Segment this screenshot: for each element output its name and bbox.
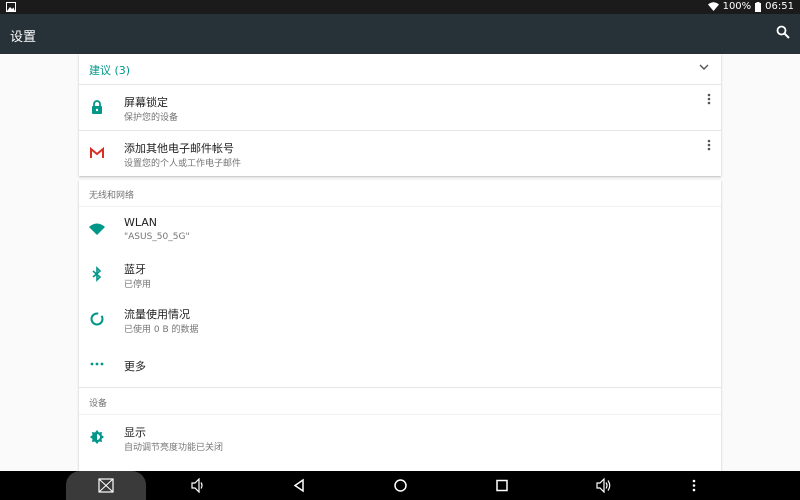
data-usage-icon: [90, 312, 104, 326]
setting-display[interactable]: 显示 自动调节亮度功能已关闭: [79, 415, 721, 460]
screenshot-icon[interactable]: [98, 478, 114, 493]
setting-title: 显示: [124, 426, 146, 439]
search-icon[interactable]: [776, 25, 790, 39]
section-label: 设备: [89, 399, 108, 409]
setting-title: 流量使用情况: [124, 308, 190, 321]
suggestions-header-label: 建议 (3): [89, 64, 131, 77]
home-icon[interactable]: [393, 478, 408, 493]
suggestions-card: 建议 (3) 屏幕锁定 保护您的设备 添加其他电子邮件帐号 设置您的个人或工作电…: [79, 54, 721, 176]
setting-more[interactable]: 更多: [79, 342, 721, 388]
battery-icon: [755, 1, 762, 12]
setting-title: WLAN: [124, 216, 158, 229]
more-horiz-icon: [90, 362, 104, 366]
setting-data-usage[interactable]: 流量使用情况 已使用 0 B 的数据: [79, 297, 721, 342]
settings-card: 无线和网络 WLAN "ASUS_50_5G" 蓝牙 已停用 流量使用情况 已使…: [79, 180, 721, 471]
section-device: 设备: [79, 388, 721, 415]
setting-title: 蓝牙: [124, 263, 146, 276]
bluetooth-icon: [92, 266, 102, 282]
setting-subtitle: 已使用 0 B 的数据: [124, 325, 199, 335]
status-bar: 100% 06:51: [0, 0, 800, 14]
setting-subtitle: "ASUS_50_5G": [124, 232, 190, 242]
suggestions-header[interactable]: 建议 (3): [79, 54, 721, 85]
back-icon[interactable]: [292, 478, 306, 493]
recents-icon[interactable]: [495, 478, 509, 493]
volume-up-icon[interactable]: [595, 478, 613, 493]
setting-subtitle: 自动调节亮度功能已关闭: [124, 443, 224, 453]
chevron-down-icon[interactable]: [699, 63, 709, 71]
section-label: 无线和网络: [89, 191, 135, 201]
app-bar: 设置: [0, 14, 800, 54]
setting-title: 更多: [124, 360, 146, 373]
setting-bluetooth[interactable]: 蓝牙 已停用: [79, 252, 721, 297]
more-vert-nav-icon[interactable]: [692, 478, 696, 493]
setting-subtitle: 已停用: [124, 280, 152, 290]
suggestion-title: 屏幕锁定: [124, 96, 168, 109]
suggestion-title: 添加其他电子邮件帐号: [124, 142, 234, 155]
wifi-icon: [89, 223, 105, 235]
suggestion-subtitle: 保护您的设备: [124, 113, 179, 123]
more-vert-icon[interactable]: [707, 93, 711, 105]
setting-wlan[interactable]: WLAN "ASUS_50_5G": [79, 207, 721, 252]
lock-icon: [92, 100, 102, 114]
clock: 06:51: [765, 1, 794, 12]
suggestion-screen-lock[interactable]: 屏幕锁定 保护您的设备: [79, 85, 721, 131]
more-vert-icon[interactable]: [707, 139, 711, 151]
section-wireless: 无线和网络: [79, 180, 721, 207]
page-title: 设置: [10, 30, 37, 45]
volume-down-icon[interactable]: [190, 478, 206, 493]
battery-percent: 100%: [722, 1, 752, 12]
image-notification-icon: [6, 2, 16, 12]
suggestion-subtitle: 设置您的个人或工作电子邮件: [124, 159, 242, 169]
navigation-bar: [0, 471, 800, 500]
suggestion-add-email[interactable]: 添加其他电子邮件帐号 设置您的个人或工作电子邮件: [79, 131, 721, 176]
brightness-icon: [90, 430, 104, 444]
gmail-icon: [90, 146, 104, 158]
wifi-status-icon: [707, 2, 719, 11]
